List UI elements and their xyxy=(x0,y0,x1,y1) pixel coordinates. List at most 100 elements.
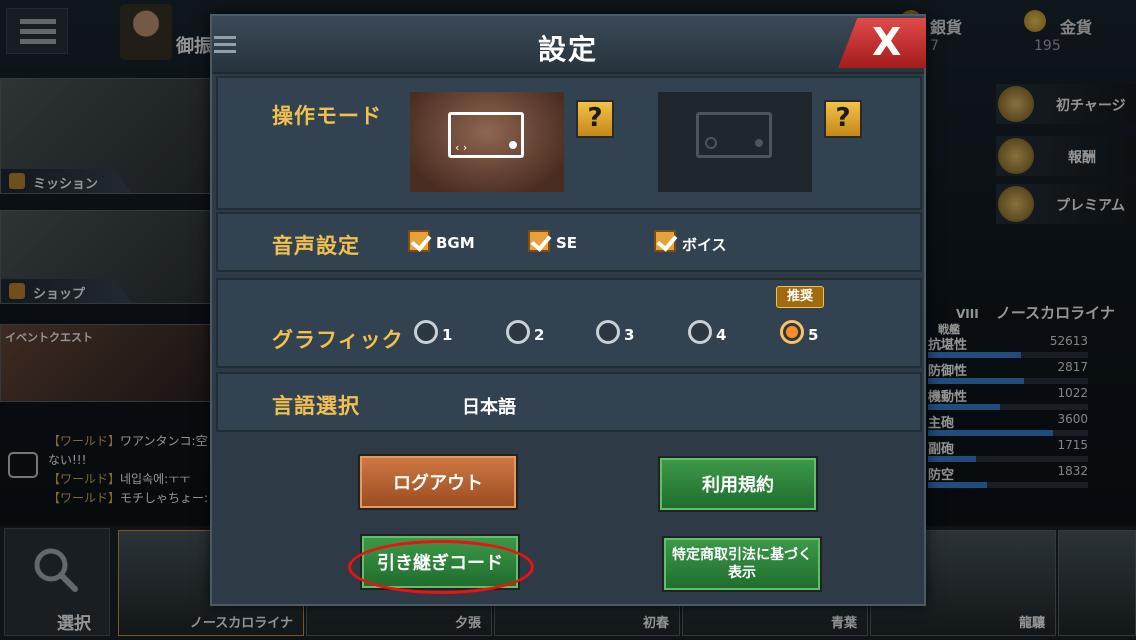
recommended-badge: 推奨 xyxy=(776,286,824,308)
control-mode-help-button-a[interactable]: ? xyxy=(576,100,614,138)
control-mode-help-button-b[interactable]: ? xyxy=(824,100,862,138)
stat-bar-fill xyxy=(928,378,1024,384)
stat-bar xyxy=(928,404,1088,410)
language-section: 言語選択 日本語 xyxy=(216,372,922,432)
ship-search-button[interactable]: 選択 xyxy=(4,528,110,636)
dialog-title-bar: 設定 X xyxy=(212,16,926,74)
voice-checkbox[interactable] xyxy=(654,230,676,252)
joystick-icon xyxy=(705,137,717,149)
ship-rank: VIII xyxy=(956,307,979,321)
stat-label: 副砲 xyxy=(928,442,955,457)
ship-stat-row: 副砲 1715 xyxy=(928,438,1088,464)
stat-bar xyxy=(928,378,1088,384)
settings-dialog: 設定 X 操作モード ‹ › ? ? 音声設定 BGM SE ボイス グラフィッ… xyxy=(210,14,926,606)
chest-icon xyxy=(998,86,1034,122)
event-quest-label: イベントクエスト xyxy=(5,331,93,344)
ship-stat-row: 機動性 1022 xyxy=(928,386,1088,412)
chat-line: 【ワールド】네입속에:ㅜㅜ xyxy=(48,472,191,486)
main-menu-icon[interactable] xyxy=(6,8,68,54)
stat-bar xyxy=(928,456,1088,462)
stat-value: 1715 xyxy=(1057,438,1088,452)
commander-name: 御振 xyxy=(176,36,212,57)
graphics-radio-1[interactable] xyxy=(414,320,438,344)
fire-button-icon xyxy=(509,141,517,149)
stat-bar-fill xyxy=(928,482,988,488)
graphics-section: グラフィック 1 2 3 4 推奨 5 xyxy=(216,278,922,368)
commander-avatar[interactable] xyxy=(120,4,172,60)
graphics-radio-3[interactable] xyxy=(596,320,620,344)
close-button[interactable]: X xyxy=(838,18,926,68)
sound-section: 音声設定 BGM SE ボイス xyxy=(216,212,922,272)
stat-bar-fill xyxy=(928,352,1021,358)
search-icon xyxy=(34,548,78,592)
stat-value: 3600 xyxy=(1057,412,1088,426)
ship-name: ノースカロライナ xyxy=(995,304,1115,322)
sound-label: 音声設定 xyxy=(272,234,360,258)
ship-stat-row: 主砲 3600 xyxy=(928,412,1088,438)
arrow-keys-icon: ‹ › xyxy=(455,141,468,154)
stat-bar-fill xyxy=(928,430,1053,436)
dialog-title: 設定 xyxy=(537,33,598,66)
shop-card[interactable]: ショップ xyxy=(0,210,212,304)
silver-value: 7 xyxy=(930,38,939,54)
language-label: 言語選択 xyxy=(272,394,360,418)
silver-label: 銀貨 xyxy=(930,18,963,37)
chat-line: ない!!! xyxy=(48,453,87,467)
stat-label: 機動性 xyxy=(928,390,968,405)
transfer-code-button[interactable]: 引き継ぎコード xyxy=(360,534,520,590)
first-charge-button[interactable]: 初チャージ xyxy=(996,84,1136,124)
se-label: SE xyxy=(556,234,578,252)
cart-icon xyxy=(9,283,25,299)
chat-line: 【ワールド】モチしゃちょー: xyxy=(48,491,209,505)
stat-value: 1832 xyxy=(1057,464,1088,478)
stat-value: 52613 xyxy=(1049,334,1088,348)
crown-emblem-icon xyxy=(998,186,1034,222)
gold-label: 金貨 xyxy=(1060,18,1093,37)
voice-label: ボイス xyxy=(682,236,727,254)
graphics-radio-4[interactable] xyxy=(688,320,712,344)
bgm-checkbox[interactable] xyxy=(408,230,430,252)
stat-bar xyxy=(928,482,1088,488)
anchor-emblem-icon xyxy=(998,138,1034,174)
control-mode-section: 操作モード ‹ › ? ? xyxy=(216,76,922,210)
ship-stat-row: 抗堪性 52613 xyxy=(928,334,1088,360)
fire-button-icon xyxy=(755,139,763,147)
language-value[interactable]: 日本語 xyxy=(462,393,516,419)
stat-bar xyxy=(928,352,1088,358)
shop-label: ショップ xyxy=(33,287,86,302)
gold-value: 195 xyxy=(1034,38,1061,54)
control-mode-label: 操作モード xyxy=(272,104,382,128)
stat-bar-fill xyxy=(928,404,1000,410)
logout-button[interactable]: ログアウト xyxy=(358,454,518,510)
mission-icon xyxy=(9,173,25,189)
chat-log[interactable]: 【ワールド】ワアンタンコ:空 ない!!! 【ワールド】네입속에:ㅜㅜ 【ワールド… xyxy=(8,432,212,508)
terms-button[interactable]: 利用規約 xyxy=(658,456,818,512)
stat-label: 抗堪性 xyxy=(928,338,968,353)
commerce-law-button[interactable]: 特定商取引法に基づく表示 xyxy=(662,536,822,592)
stat-bar xyxy=(928,430,1088,436)
event-quest-card[interactable]: イベントクエスト xyxy=(0,324,212,402)
ship-card[interactable] xyxy=(1058,530,1136,636)
game-screen: 御振 銀貨 7 金貨 195 ミッション ショップ イベントクエスト 【ワールド… xyxy=(0,0,1136,640)
stat-label: 防御性 xyxy=(928,364,968,379)
stat-bar-fill xyxy=(928,456,976,462)
select-label: 選択 xyxy=(57,614,91,634)
ship-stat-row: 防御性 2817 xyxy=(928,360,1088,386)
stat-label: 主砲 xyxy=(928,416,955,431)
control-mode-option-b[interactable] xyxy=(658,92,812,192)
stat-value: 2817 xyxy=(1057,360,1088,374)
stat-value: 1022 xyxy=(1057,386,1088,400)
gold-coin-icon xyxy=(1024,10,1046,32)
bgm-label: BGM xyxy=(436,234,475,252)
ship-stat-row: 防空 1832 xyxy=(928,464,1088,490)
premium-button[interactable]: プレミアム xyxy=(996,184,1136,224)
graphics-label: グラフィック xyxy=(272,328,404,352)
mission-card[interactable]: ミッション xyxy=(0,78,212,194)
mission-label: ミッション xyxy=(33,177,99,192)
reward-button[interactable]: 報酬 xyxy=(996,136,1136,176)
se-checkbox[interactable] xyxy=(528,230,550,252)
control-mode-option-a[interactable]: ‹ › xyxy=(410,92,564,192)
ship-info-header: VIII ノースカロライナ 戦艦 xyxy=(928,302,1136,337)
graphics-radio-5[interactable] xyxy=(780,320,804,344)
graphics-radio-2[interactable] xyxy=(506,320,530,344)
